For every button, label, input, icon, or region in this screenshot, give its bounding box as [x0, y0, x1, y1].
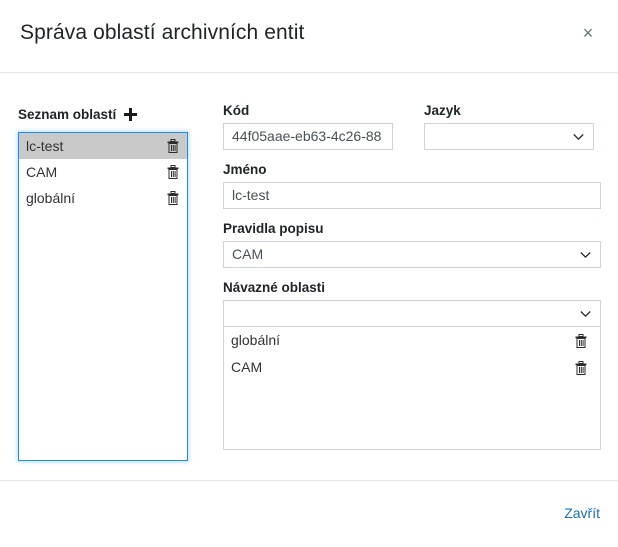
area-management-dialog: Správa oblastí archivních entit × Seznam… [0, 0, 618, 547]
trash-icon[interactable] [575, 360, 587, 375]
trash-icon[interactable] [575, 333, 587, 348]
language-select[interactable] [424, 123, 594, 150]
list-item[interactable]: CAM [224, 354, 600, 381]
linked-areas-group: Návazné oblasti globální CAM [223, 280, 601, 450]
linked-areas-label: Návazné oblasti [223, 280, 326, 295]
chevron-down-icon [573, 133, 584, 140]
rules-label: Pravidla popisu [223, 221, 324, 236]
areas-listbox[interactable]: lc-test CAM globální [18, 132, 188, 461]
list-item[interactable]: lc-test [19, 133, 187, 159]
rules-field-group: Pravidla popisu CAM [223, 221, 601, 268]
trash-icon[interactable] [167, 139, 179, 153]
code-input[interactable]: 44f05aae-eb63-4c26-88 [223, 123, 393, 150]
dialog-footer: Zavřít [0, 480, 618, 547]
trash-icon[interactable] [167, 191, 179, 205]
close-button[interactable]: Zavřít [564, 505, 600, 521]
list-item-label: CAM [26, 164, 58, 180]
page-title: Správa oblastí archivních entit [20, 21, 305, 44]
dialog-body: Seznam oblastí lc-test CAM globální Kód … [0, 73, 618, 480]
name-input[interactable]: lc-test [223, 182, 601, 209]
linked-areas-listbox: globální CAM [223, 327, 601, 450]
list-item-label: globální [26, 190, 76, 206]
areas-panel: Seznam oblastí lc-test CAM globální [18, 73, 190, 461]
chevron-down-icon [580, 251, 591, 258]
list-item-label: lc-test [26, 138, 64, 154]
list-item[interactable]: globální [224, 327, 600, 354]
dialog-header: Správa oblastí archivních entit × [0, 0, 618, 73]
code-language-row: Kód 44f05aae-eb63-4c26-88 Jazyk [223, 103, 601, 150]
list-item[interactable]: globální [19, 185, 187, 211]
list-item-label: CAM [231, 359, 263, 375]
trash-icon[interactable] [167, 165, 179, 179]
language-field-group: Jazyk [424, 103, 594, 150]
code-field-group: Kód 44f05aae-eb63-4c26-88 [223, 103, 393, 150]
area-detail-form: Kód 44f05aae-eb63-4c26-88 Jazyk Jméno lc… [223, 73, 601, 450]
areas-list-heading: Seznam oblastí [18, 73, 190, 125]
chevron-down-icon [580, 310, 591, 317]
list-item-label: globální [231, 332, 281, 348]
close-icon[interactable]: × [573, 18, 603, 48]
areas-list-heading-label: Seznam oblastí [18, 106, 117, 122]
rules-select-value: CAM [232, 246, 264, 262]
plus-icon[interactable] [124, 107, 138, 121]
name-label: Jméno [223, 162, 267, 177]
code-label: Kód [223, 103, 250, 118]
name-field-group: Jméno lc-test [223, 162, 601, 209]
rules-select[interactable]: CAM [223, 241, 601, 268]
list-item[interactable]: CAM [19, 159, 187, 185]
linked-areas-select[interactable] [223, 300, 601, 327]
language-label: Jazyk [424, 103, 461, 118]
